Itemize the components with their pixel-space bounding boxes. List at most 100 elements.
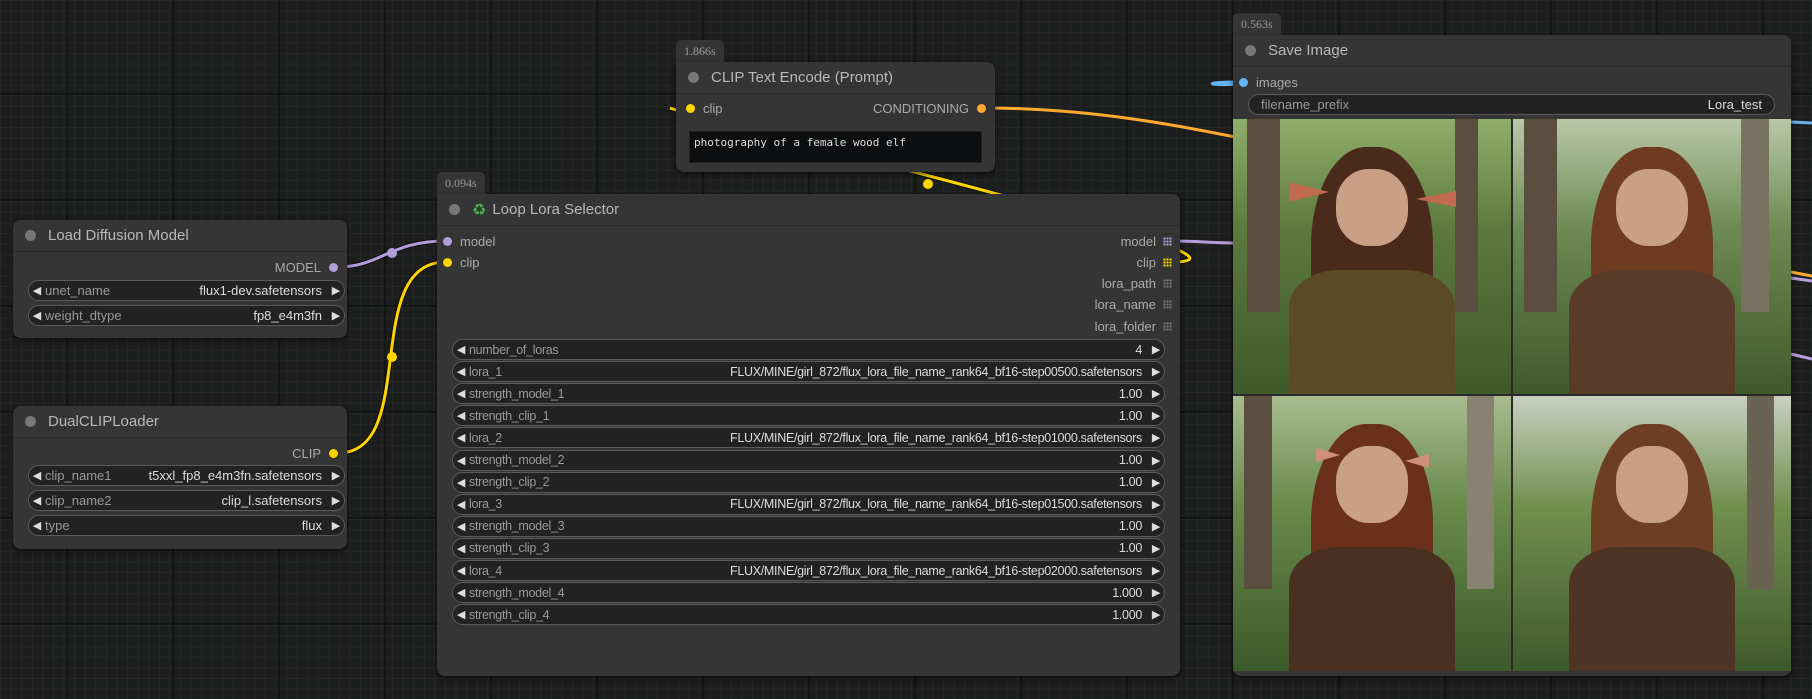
- output-slot-clip[interactable]: clip: [1136, 253, 1172, 271]
- decrement-arrow-icon[interactable]: ◀: [453, 586, 469, 599]
- decrement-arrow-icon[interactable]: ◀: [453, 454, 469, 467]
- increment-arrow-icon[interactable]: ▶: [1148, 365, 1164, 378]
- widget-unet-name[interactable]: ◀ unet_name flux1-dev.safetensors ▶: [28, 280, 345, 301]
- input-slot-model[interactable]: model: [443, 232, 495, 250]
- output-slot-model[interactable]: model: [1121, 232, 1172, 250]
- slot-dot-icon[interactable]: [443, 236, 452, 246]
- increment-arrow-icon[interactable]: ▶: [328, 494, 344, 507]
- increment-arrow-icon[interactable]: ▶: [1148, 564, 1164, 577]
- widget-strength-model-1[interactable]: ◀ strength_model_1 1.00 ▶: [452, 383, 1165, 405]
- slot-dot-icon[interactable]: [977, 103, 986, 113]
- decrement-arrow-icon[interactable]: ◀: [453, 542, 469, 555]
- preview-image-1[interactable]: [1233, 119, 1511, 394]
- increment-arrow-icon[interactable]: ▶: [1148, 542, 1164, 555]
- increment-arrow-icon[interactable]: ▶: [328, 309, 344, 322]
- preview-image-4[interactable]: [1513, 396, 1791, 671]
- node-dual-clip-loader[interactable]: DualCLIPLoader CLIP ◀ clip_name1 t5xxl_f…: [13, 406, 347, 549]
- widget-strength-model-4[interactable]: ◀ strength_model_4 1.000 ▶: [452, 582, 1165, 604]
- widget-lora-3[interactable]: ◀ lora_3 FLUX/MINE/girl_872/flux_lora_file…: [452, 493, 1165, 515]
- increment-arrow-icon[interactable]: ▶: [1148, 476, 1164, 489]
- output-slot-model[interactable]: MODEL: [275, 258, 338, 276]
- increment-arrow-icon[interactable]: ▶: [328, 284, 344, 297]
- widget-strength-model-2[interactable]: ◀ strength_model_2 1.00 ▶: [452, 449, 1165, 471]
- output-slot-lora-path[interactable]: lora_path: [1102, 274, 1172, 292]
- collapse-dot-icon[interactable]: [449, 204, 460, 215]
- node-load-diffusion-model[interactable]: Load Diffusion Model MODEL ◀ unet_name f…: [13, 220, 347, 338]
- list-slot-icon[interactable]: [1163, 278, 1172, 288]
- widget-strength-clip-2[interactable]: ◀ strength_clip_2 1.00 ▶: [452, 471, 1165, 493]
- input-slot-images[interactable]: images: [1239, 73, 1298, 91]
- node-title-bar[interactable]: DualCLIPLoader: [13, 406, 347, 438]
- node-loop-lora-selector[interactable]: ♻ Loop Lora Selector model clip model cl…: [437, 194, 1180, 676]
- increment-arrow-icon[interactable]: ▶: [1148, 586, 1164, 599]
- output-slot-lora-folder[interactable]: lora_folder: [1095, 317, 1172, 335]
- slot-dot-icon[interactable]: [443, 257, 452, 267]
- decrement-arrow-icon[interactable]: ◀: [453, 498, 469, 511]
- node-title-bar[interactable]: Save Image: [1233, 35, 1791, 67]
- increment-arrow-icon[interactable]: ▶: [1148, 454, 1164, 467]
- decrement-arrow-icon[interactable]: ◀: [29, 284, 45, 297]
- decrement-arrow-icon[interactable]: ◀: [453, 409, 469, 422]
- output-slot-clip[interactable]: CLIP: [292, 444, 338, 462]
- widget-strength-clip-1[interactable]: ◀ strength_clip_1 1.00 ▶: [452, 405, 1165, 427]
- increment-arrow-icon[interactable]: ▶: [1148, 409, 1164, 422]
- decrement-arrow-icon[interactable]: ◀: [29, 469, 45, 482]
- decrement-arrow-icon[interactable]: ◀: [453, 564, 469, 577]
- decrement-arrow-icon[interactable]: ◀: [453, 476, 469, 489]
- increment-arrow-icon[interactable]: ▶: [328, 469, 344, 482]
- list-slot-icon[interactable]: [1163, 299, 1172, 309]
- decrement-arrow-icon[interactable]: ◀: [453, 608, 469, 621]
- collapse-dot-icon[interactable]: [1245, 45, 1256, 56]
- slot-dot-icon[interactable]: [329, 262, 338, 272]
- list-slot-icon[interactable]: [1163, 321, 1172, 331]
- decrement-arrow-icon[interactable]: ◀: [453, 387, 469, 400]
- collapse-dot-icon[interactable]: [25, 230, 36, 241]
- increment-arrow-icon[interactable]: ▶: [1148, 343, 1164, 356]
- output-slot-conditioning[interactable]: CONDITIONING: [873, 99, 986, 117]
- collapse-dot-icon[interactable]: [25, 416, 36, 427]
- slot-dot-icon[interactable]: [686, 103, 695, 113]
- increment-arrow-icon[interactable]: ▶: [1148, 387, 1164, 400]
- increment-arrow-icon[interactable]: ▶: [1148, 431, 1164, 444]
- increment-arrow-icon[interactable]: ▶: [1148, 520, 1164, 533]
- preview-image-3[interactable]: [1233, 396, 1511, 671]
- node-clip-text-encode[interactable]: CLIP Text Encode (Prompt) clip CONDITION…: [676, 62, 995, 172]
- increment-arrow-icon[interactable]: ▶: [1148, 498, 1164, 511]
- widget-strength-model-3[interactable]: ◀ strength_model_3 1.00 ▶: [452, 515, 1165, 537]
- widget-label: strength_clip_3: [469, 541, 550, 556]
- increment-arrow-icon[interactable]: ▶: [1148, 608, 1164, 621]
- decrement-arrow-icon[interactable]: ◀: [453, 343, 469, 356]
- decrement-arrow-icon[interactable]: ◀: [29, 309, 45, 322]
- list-slot-icon[interactable]: [1163, 236, 1172, 246]
- output-slot-lora-name[interactable]: lora_name: [1095, 295, 1172, 313]
- prompt-textarea[interactable]: photography of a female wood elf: [689, 131, 982, 163]
- node-title-bar[interactable]: CLIP Text Encode (Prompt): [676, 62, 995, 94]
- input-slot-clip[interactable]: clip: [443, 253, 480, 271]
- widget-lora-4[interactable]: ◀ lora_4 FLUX/MINE/girl_872/flux_lora_file…: [452, 560, 1165, 581]
- decrement-arrow-icon[interactable]: ◀: [29, 519, 45, 532]
- widget-type[interactable]: ◀ type flux ▶: [28, 515, 345, 536]
- widget-weight-dtype[interactable]: ◀ weight_dtype fp8_e4m3fn ▶: [28, 305, 345, 326]
- node-title-bar[interactable]: ♻ Loop Lora Selector: [437, 194, 1180, 226]
- widget-strength-clip-3[interactable]: ◀ strength_clip_3 1.00 ▶: [452, 537, 1165, 559]
- preview-image-2[interactable]: [1513, 119, 1791, 394]
- decrement-arrow-icon[interactable]: ◀: [453, 365, 469, 378]
- decrement-arrow-icon[interactable]: ◀: [453, 520, 469, 533]
- node-save-image[interactable]: Save Image images filename_prefix Lora_t…: [1233, 35, 1791, 676]
- widget-clip-name1[interactable]: ◀ clip_name1 t5xxl_fp8_e4m3fn.safetensor…: [28, 465, 345, 486]
- node-title-bar[interactable]: Load Diffusion Model: [13, 220, 347, 252]
- collapse-dot-icon[interactable]: [688, 72, 699, 83]
- decrement-arrow-icon[interactable]: ◀: [453, 431, 469, 444]
- slot-dot-icon[interactable]: [329, 448, 338, 458]
- widget-filename-prefix[interactable]: filename_prefix Lora_test: [1248, 94, 1775, 115]
- input-slot-clip[interactable]: clip: [686, 99, 723, 117]
- widget-strength-clip-4[interactable]: ◀ strength_clip_4 1.000 ▶: [452, 604, 1165, 626]
- widget-number-of-loras[interactable]: ◀ number_of_loras 4 ▶: [452, 339, 1165, 360]
- widget-lora-1[interactable]: ◀ lora_1 FLUX/MINE/girl_872/flux_lora_file…: [452, 361, 1165, 383]
- list-slot-icon[interactable]: [1163, 257, 1172, 267]
- widget-clip-name2[interactable]: ◀ clip_name2 clip_l.safetensors ▶: [28, 490, 345, 511]
- decrement-arrow-icon[interactable]: ◀: [29, 494, 45, 507]
- widget-lora-2[interactable]: ◀ lora_2 FLUX/MINE/girl_872/flux_lora_file…: [452, 427, 1165, 449]
- increment-arrow-icon[interactable]: ▶: [328, 519, 344, 532]
- slot-dot-icon[interactable]: [1239, 77, 1248, 87]
